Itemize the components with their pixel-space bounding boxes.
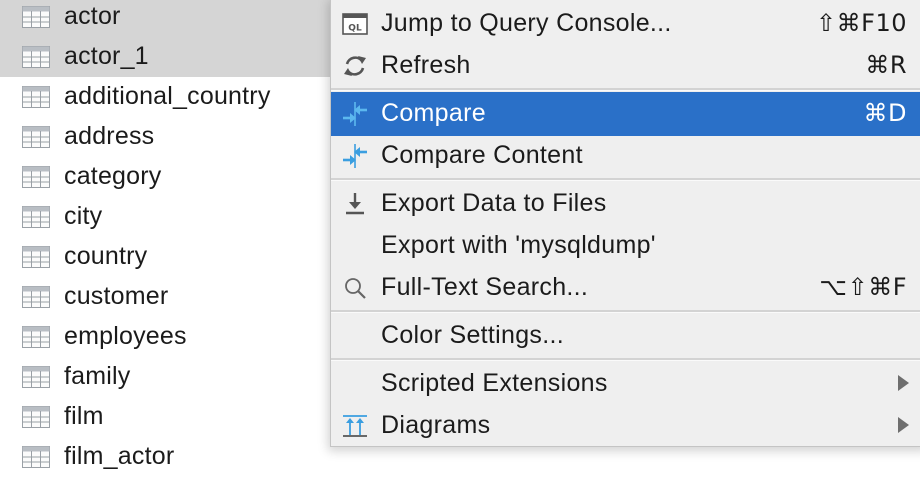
menu-item-export-data-to-files[interactable]: Export Data to Files bbox=[331, 182, 920, 226]
table-icon bbox=[22, 6, 50, 28]
tree-item-film[interactable]: film bbox=[0, 397, 340, 437]
tree-item-city[interactable]: city bbox=[0, 197, 340, 237]
tree-item-actor[interactable]: actor bbox=[0, 0, 340, 37]
table-icon bbox=[22, 206, 50, 228]
tree-item-label: film bbox=[64, 402, 104, 430]
tree-item-actor-1[interactable]: actor_1 bbox=[0, 37, 340, 77]
menu-item-shortcut: ⇧⌘F10 bbox=[816, 9, 907, 37]
tree-item-label: actor_1 bbox=[64, 42, 149, 70]
tree-item-country[interactable]: country bbox=[0, 237, 340, 277]
menu-item-shortcut: ⌘R bbox=[865, 51, 907, 79]
menu-item-shortcut: ⌘D bbox=[863, 99, 907, 127]
tree-item-additional-country[interactable]: additional_country bbox=[0, 77, 340, 117]
tree-item-label: additional_country bbox=[64, 82, 271, 110]
tree-item-address[interactable]: address bbox=[0, 117, 340, 157]
table-icon bbox=[22, 126, 50, 148]
tree-item-film-actor[interactable]: film_actor bbox=[0, 437, 340, 477]
menu-item-label: Export with 'mysqldump' bbox=[381, 231, 656, 259]
menu-item-compare-content[interactable]: Compare Content bbox=[331, 134, 920, 178]
tree-item-label: family bbox=[64, 362, 131, 390]
menu-item-diagrams[interactable]: Diagrams bbox=[331, 404, 920, 448]
tree-item-label: employees bbox=[64, 322, 187, 350]
table-icon bbox=[22, 86, 50, 108]
compare-icon bbox=[343, 102, 367, 126]
tree-item-label: actor bbox=[64, 2, 121, 30]
table-icon bbox=[22, 446, 50, 468]
table-icon bbox=[22, 166, 50, 188]
menu-item-label: Scripted Extensions bbox=[381, 369, 608, 397]
table-icon bbox=[22, 326, 50, 348]
tree-item-family[interactable]: family bbox=[0, 357, 340, 397]
tree-item-label: country bbox=[64, 242, 148, 270]
menu-item-shortcut: ⌥⇧⌘F bbox=[819, 273, 907, 301]
export-icon bbox=[346, 193, 364, 215]
table-icon bbox=[22, 286, 50, 308]
menu-separator bbox=[331, 88, 920, 91]
tree-item-label: address bbox=[64, 122, 155, 150]
menu-item-label: Color Settings... bbox=[381, 321, 564, 349]
menu-separator bbox=[331, 310, 920, 313]
query-console-icon: QL bbox=[342, 13, 368, 35]
menu-item-export-with-mysqldump[interactable]: Export with 'mysqldump' bbox=[331, 224, 920, 268]
menu-item-scripted-extensions[interactable]: Scripted Extensions bbox=[331, 362, 920, 406]
menu-item-label: Full-Text Search... bbox=[381, 273, 589, 301]
search-icon bbox=[345, 278, 366, 299]
tree-item-label: city bbox=[64, 202, 103, 230]
compare-icon bbox=[343, 144, 367, 168]
menu-item-color-settings[interactable]: Color Settings... bbox=[331, 314, 920, 358]
refresh-icon bbox=[344, 56, 366, 76]
tree-item-employees[interactable]: employees bbox=[0, 317, 340, 357]
menu-item-label: Compare bbox=[381, 99, 486, 127]
table-icon bbox=[22, 366, 50, 388]
tree-item-category[interactable]: category bbox=[0, 157, 340, 197]
menu-item-label: Refresh bbox=[381, 51, 471, 79]
menu-item-full-text-search[interactable]: Full-Text Search... ⌥⇧⌘F bbox=[331, 266, 920, 310]
tree-item-customer[interactable]: customer bbox=[0, 277, 340, 317]
menu-item-jump-to-query-console[interactable]: QL Jump to Query Console... ⇧⌘F10 bbox=[331, 2, 920, 46]
submenu-arrow-icon bbox=[898, 417, 909, 433]
submenu-arrow-icon bbox=[898, 375, 909, 391]
tree-item-label: customer bbox=[64, 282, 169, 310]
diagram-icon bbox=[343, 415, 367, 437]
menu-separator bbox=[331, 358, 920, 361]
menu-item-label: Jump to Query Console... bbox=[381, 9, 672, 37]
menu-item-label: Export Data to Files bbox=[381, 189, 607, 217]
table-icon bbox=[22, 406, 50, 428]
menu-item-refresh[interactable]: Refresh ⌘R bbox=[331, 44, 920, 88]
table-icon bbox=[22, 46, 50, 68]
menu-item-label: Diagrams bbox=[381, 411, 491, 439]
tree-item-label: film_actor bbox=[64, 442, 175, 470]
svg-text:QL: QL bbox=[348, 24, 362, 34]
menu-item-compare[interactable]: Compare ⌘D bbox=[331, 92, 920, 136]
context-menu: QL Jump to Query Console... ⇧⌘F10 Refres… bbox=[330, 0, 920, 447]
tree-item-label: category bbox=[64, 162, 162, 190]
table-icon bbox=[22, 246, 50, 268]
menu-item-label: Compare Content bbox=[381, 141, 583, 169]
menu-separator bbox=[331, 178, 920, 181]
